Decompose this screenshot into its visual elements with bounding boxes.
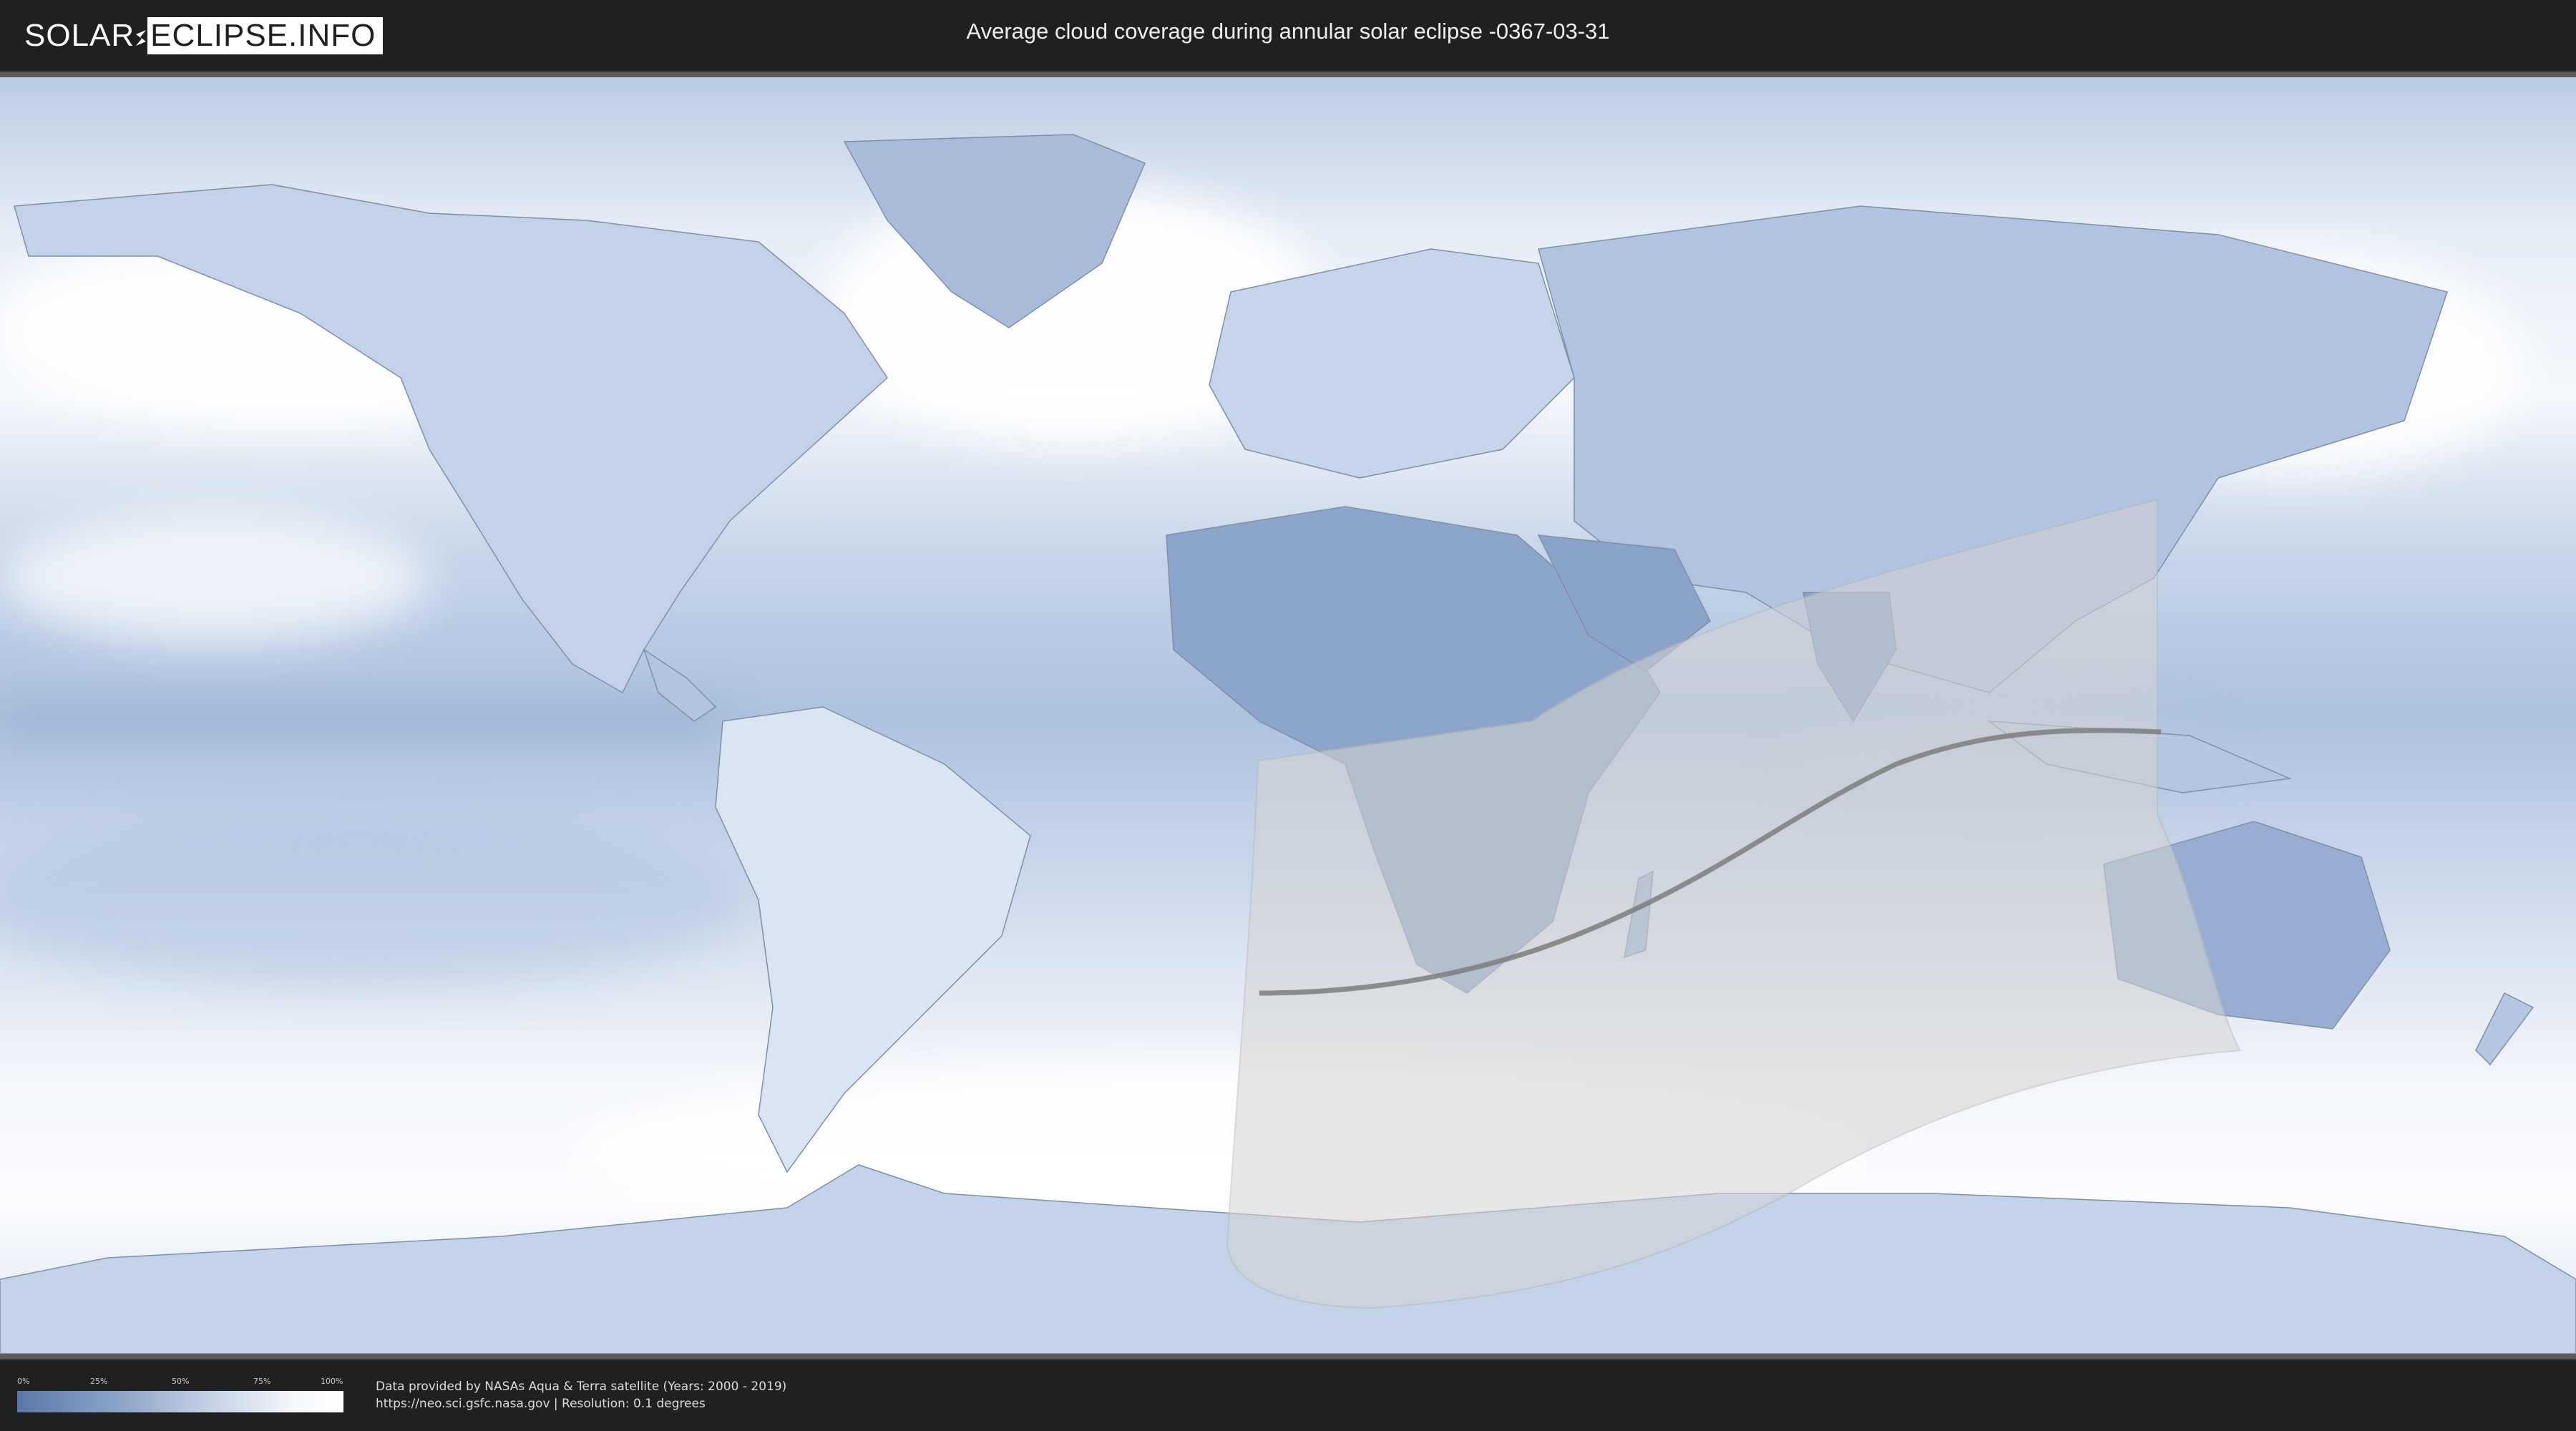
legend-tick-75: 75% — [253, 1377, 271, 1386]
legend-tick-0: 0% — [17, 1377, 30, 1386]
legend-color-bar — [17, 1391, 343, 1412]
header-bar: SOLAR ECLIPSE.INFO Average cloud coverag… — [0, 0, 2576, 72]
cloud-coverage-legend: 0% 25% 50% 75% 100% — [17, 1377, 343, 1414]
legend-ticks: 0% 25% 50% 75% 100% — [17, 1377, 343, 1388]
data-credit-line-2[interactable]: https://neo.sci.gsfc.nasa.gov | Resoluti… — [376, 1397, 706, 1411]
cloud-coverage-map[interactable] — [0, 77, 2576, 1354]
legend-tick-50: 50% — [172, 1377, 190, 1386]
legend-tick-100: 100% — [321, 1377, 343, 1386]
footer-bar: 0% 25% 50% 75% 100% Data provided by NAS… — [0, 1359, 2576, 1431]
page-title: Average cloud coverage during annular so… — [966, 19, 1610, 44]
data-credit-line-1: Data provided by NASAs Aqua & Terra sate… — [376, 1379, 787, 1394]
legend-tick-25: 25% — [90, 1377, 108, 1386]
